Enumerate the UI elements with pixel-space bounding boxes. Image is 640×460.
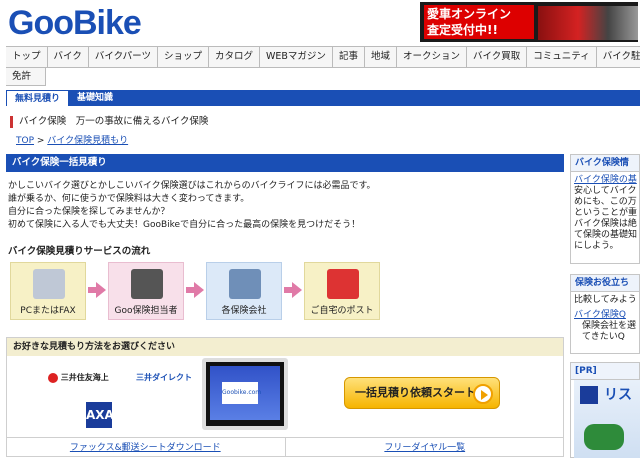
nav-item-bike[interactable]: バイク bbox=[48, 47, 89, 67]
free-dial-list-link[interactable]: フリーダイヤル一覧 bbox=[286, 438, 565, 457]
right-info-line: バイク保険は絶 bbox=[574, 219, 637, 229]
flow-step-agent: Goo保険担当者 bbox=[108, 262, 184, 320]
right-tips-body: 比較してみよう バイク保険Q 保険会社を選 てきたいQ bbox=[571, 292, 639, 346]
flow-step-label: ご自宅のポスト bbox=[310, 306, 374, 316]
pr-ad-banner[interactable]: リス bbox=[574, 380, 640, 458]
tab-free-estimate[interactable]: 無料見積り bbox=[6, 90, 70, 106]
building-icon bbox=[229, 269, 261, 299]
flow-arrow-bar bbox=[186, 287, 194, 293]
right-info-line: ということが重 bbox=[574, 208, 638, 218]
right-info-body: バイク保険の基 安心してバイク めにも、この万 ということが重 バイク保険は絶 … bbox=[571, 172, 639, 255]
nav-item-community[interactable]: コミュニティ bbox=[527, 47, 597, 67]
nav-item-region[interactable]: 地域 bbox=[365, 47, 397, 67]
intro-line: 自分に合った保険を探してみませんか？ bbox=[8, 207, 170, 217]
mitsui-direct-logo: 三井ダイレクト bbox=[136, 373, 192, 382]
right-info-line: 安心してバイク bbox=[574, 186, 637, 196]
fax-sheet-download-link[interactable]: ファックス&郵送シートダウンロード bbox=[6, 438, 286, 457]
axa-small-logo-icon bbox=[580, 386, 598, 404]
right-info-title: バイク保険情 bbox=[571, 155, 639, 172]
intro-text: かしこいバイク選びとかしこいバイク保険選びはこれからのバイクライフには必需品です… bbox=[8, 180, 564, 232]
start-estimate-button[interactable]: 一括見積り依頼スタート bbox=[344, 377, 500, 409]
right-info-line: て保険の基礎知 bbox=[574, 230, 638, 240]
flow-step-insurers: 各保険会社 bbox=[206, 262, 282, 320]
right-tips-line: 保険会社を選 bbox=[582, 321, 637, 331]
intro-line: 誰が乗るか、何に使うかで保険料は大きく変わってきます。 bbox=[8, 194, 250, 204]
start-estimate-label: 一括見積り依頼スタート bbox=[355, 386, 476, 399]
nav-item-parking[interactable]: バイク駐車場 bbox=[597, 47, 640, 67]
insurer-name: 三井住友海上 bbox=[60, 373, 109, 382]
nav-item-license[interactable]: 免許 bbox=[6, 68, 46, 86]
flow-step-pc-fax: PCまたはFAX bbox=[10, 262, 86, 320]
nav-item-web-magazine[interactable]: WEBマガジン bbox=[260, 47, 333, 67]
sub-tab-bar: 無料見積り 基礎知識 bbox=[6, 90, 640, 106]
flow-arrow-bar bbox=[88, 287, 96, 293]
banner-line2: 査定受付中!! bbox=[427, 23, 498, 37]
right-tips-link[interactable]: バイク保険Q bbox=[574, 310, 636, 321]
flow-arrow-bar bbox=[284, 287, 292, 293]
main-navigation: トップ バイク バイクパーツ ショップ カタログ WEBマガジン 記事 地域 オ… bbox=[6, 46, 640, 68]
nav-item-catalog[interactable]: カタログ bbox=[209, 47, 261, 67]
breadcrumb-current-link[interactable]: バイク保険見積もり bbox=[47, 136, 128, 146]
logo-bike-text: Bike bbox=[72, 4, 142, 42]
estimate-method-title: お好きな見積もり方法をお選びください bbox=[7, 338, 563, 356]
page-title: バイク保険 万一の事故に備えるバイク保険 bbox=[10, 116, 208, 128]
mitsui-sumitomo-mark-icon bbox=[48, 372, 58, 383]
intro-line: 初めて保険に入る人でも大丈夫！GooBikeで自分に合った最高の保険を見つけだそ… bbox=[8, 220, 361, 230]
flow-arrow-icon bbox=[292, 282, 302, 298]
monitor-screen: Goobike.com bbox=[210, 366, 280, 420]
monitor-window-text: Goobike.com bbox=[222, 382, 261, 404]
intro-line: かしこいバイク選びとかしこいバイク保険選びはこれからのバイクライフには必需品です… bbox=[8, 181, 376, 191]
flow-arrow-icon bbox=[194, 282, 204, 298]
flow-step-label: Goo保険担当者 bbox=[114, 306, 178, 316]
nav-item-auction[interactable]: オークション bbox=[397, 47, 467, 67]
flow-arrow-icon bbox=[96, 282, 106, 298]
flow-step-mailbox: ご自宅のポスト bbox=[304, 262, 380, 320]
nav-item-buyback[interactable]: バイク買取 bbox=[467, 47, 528, 67]
right-info-link[interactable]: バイク保険の基 bbox=[574, 175, 637, 186]
logo-goo-text: Goo bbox=[8, 4, 74, 42]
right-tips-title: 保険お役立ち bbox=[571, 275, 639, 292]
pr-label: [PR] bbox=[571, 363, 639, 380]
motorcycle-icon bbox=[584, 424, 624, 450]
nav-item-top[interactable]: トップ bbox=[6, 47, 48, 67]
nav-item-articles[interactable]: 記事 bbox=[333, 47, 365, 67]
goobike-logo[interactable]: GooBike bbox=[8, 4, 142, 42]
method-link-row: ファックス&郵送シートダウンロード フリーダイヤル一覧 bbox=[6, 437, 564, 457]
section-header: バイク保険一括見積り bbox=[6, 154, 564, 172]
top-banner-ad[interactable]: 愛車オンライン 査定受付中!! bbox=[420, 2, 638, 42]
play-arrow-icon bbox=[473, 384, 493, 404]
right-tips-line: てきたいQ bbox=[582, 332, 625, 342]
mitsui-sumitomo-logo: 三井住友海上 bbox=[48, 372, 109, 383]
breadcrumb: TOP > バイク保険見積もり bbox=[16, 133, 128, 146]
nav-item-parts[interactable]: バイクパーツ bbox=[89, 47, 158, 67]
right-info-box: バイク保険情 バイク保険の基 安心してバイク めにも、この万 ということが重 バ… bbox=[570, 154, 640, 264]
pr-ad-text: リス bbox=[604, 387, 632, 403]
flow-title: バイク保険見積りサービスの流れ bbox=[8, 246, 151, 257]
right-info-line: めにも、この万 bbox=[574, 197, 637, 207]
axa-logo-icon: AXA bbox=[86, 402, 114, 428]
right-info-line: にしよう。 bbox=[574, 241, 619, 251]
tab-basic-knowledge[interactable]: 基礎知識 bbox=[69, 90, 121, 106]
breadcrumb-top-link[interactable]: TOP bbox=[16, 136, 34, 146]
pc-monitor-image: Goobike.com bbox=[202, 358, 288, 430]
flow-step-label: 各保険会社 bbox=[221, 306, 267, 316]
banner-line1: 愛車オンライン bbox=[427, 7, 512, 21]
breadcrumb-separator: > bbox=[34, 136, 48, 146]
agent-icon bbox=[131, 269, 163, 299]
nav-item-shop[interactable]: ショップ bbox=[158, 47, 209, 67]
mailbox-icon bbox=[327, 269, 359, 299]
banner-motorcycle-image bbox=[538, 6, 638, 40]
right-tips-box: 保険お役立ち 比較してみよう バイク保険Q 保険会社を選 てきたいQ bbox=[570, 274, 640, 354]
banner-text: 愛車オンライン 査定受付中!! bbox=[424, 5, 534, 39]
pc-fax-icon bbox=[33, 269, 65, 299]
right-tips-line: 比較してみよう bbox=[574, 295, 637, 305]
flow-step-label: PCまたはFAX bbox=[20, 306, 76, 316]
